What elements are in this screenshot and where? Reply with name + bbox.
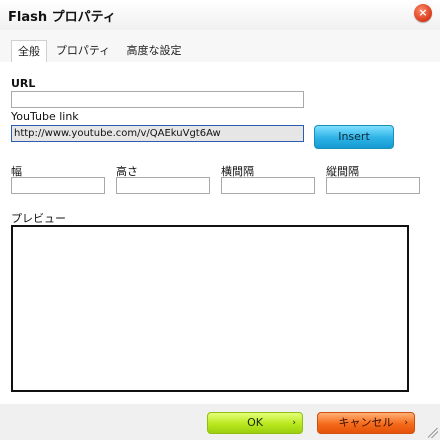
close-icon: × — [418, 6, 428, 19]
resize-grip-icon[interactable] — [428, 428, 438, 438]
chevron-right-icon: › — [404, 418, 408, 428]
height-input[interactable] — [116, 177, 210, 194]
tab-general-label: 全般 — [18, 45, 40, 58]
dialog-title: Flash プロパティ — [8, 10, 116, 25]
url-input[interactable] — [11, 91, 304, 108]
tab-bar: 全般 プロパティ 高度な設定 — [0, 40, 440, 62]
ok-button[interactable]: OK › — [207, 412, 303, 434]
youtube-link-label: YouTube link — [11, 110, 79, 123]
title-bar[interactable]: Flash プロパティ × — [0, 0, 440, 30]
tab-properties-label: プロパティ — [55, 44, 111, 57]
flash-properties-dialog: Flash プロパティ × 全般 プロパティ 高度な設定 URL YouTube… — [0, 0, 440, 440]
preview-label: プレビュー — [11, 212, 66, 225]
width-input[interactable] — [11, 177, 105, 194]
preview-area — [11, 225, 409, 392]
cancel-button-label: キャンセル — [338, 416, 394, 429]
cancel-button[interactable]: キャンセル › — [317, 412, 415, 434]
url-label: URL — [11, 77, 36, 90]
close-button[interactable]: × — [414, 4, 432, 22]
tab-properties[interactable]: プロパティ — [53, 40, 113, 62]
chevron-right-icon: › — [292, 418, 296, 428]
tab-advanced-label: 高度な設定 — [126, 44, 182, 57]
ok-button-label: OK — [247, 416, 263, 429]
hspace-input[interactable] — [221, 177, 315, 194]
youtube-link-input[interactable] — [11, 125, 304, 142]
vspace-input[interactable] — [326, 177, 420, 194]
insert-button[interactable]: Insert — [314, 125, 394, 149]
tab-advanced[interactable]: 高度な設定 — [120, 40, 188, 62]
tab-general[interactable]: 全般 — [11, 40, 47, 62]
